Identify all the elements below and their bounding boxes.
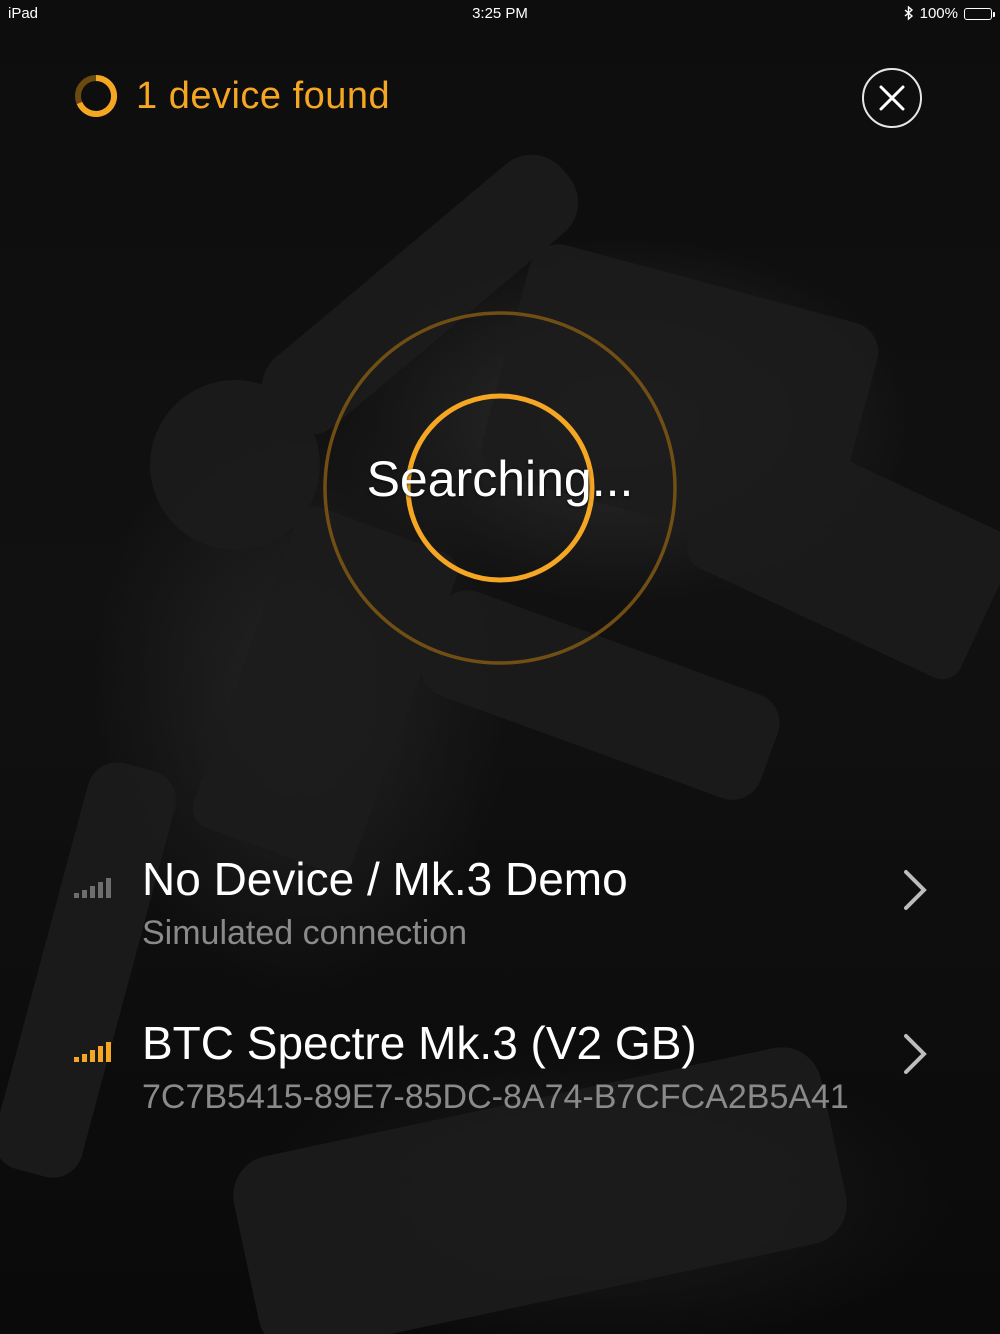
close-button[interactable] [862,68,922,128]
devices-found-label: 1 device found [136,74,391,117]
close-icon [879,85,905,111]
status-time: 3:25 PM [472,5,528,22]
device-row-demo[interactable]: No Device / Mk.3 Demo Simulated connecti… [72,852,932,962]
chevron-right-icon [904,870,927,910]
device-name: BTC Spectre Mk.3 (V2 GB) [142,1017,697,1069]
status-bar: iPad 3:25 PM 100% [0,0,1000,26]
device-name: No Device / Mk.3 Demo [142,853,628,905]
battery-icon [964,7,995,20]
battery-percent: 100% [919,5,958,22]
bluetooth-icon [904,6,913,21]
chevron-right-icon [904,1034,927,1074]
device-detail: 7C7B5415-89E7-85DC-8A74-B7CFCA2B5A41 [142,1078,849,1116]
scan-header: 1 device found [72,72,390,120]
status-right: 100% [904,5,995,22]
device-detail: Simulated connection [142,914,468,952]
signal-strength-icon [74,1042,111,1062]
signal-strength-icon [74,878,111,898]
loading-ring-icon [75,74,118,117]
device-row-btc-spectre[interactable]: BTC Spectre Mk.3 (V2 GB) 7C7B5415-89E7-8… [72,1016,932,1126]
searching-label: Searching... [366,451,634,507]
